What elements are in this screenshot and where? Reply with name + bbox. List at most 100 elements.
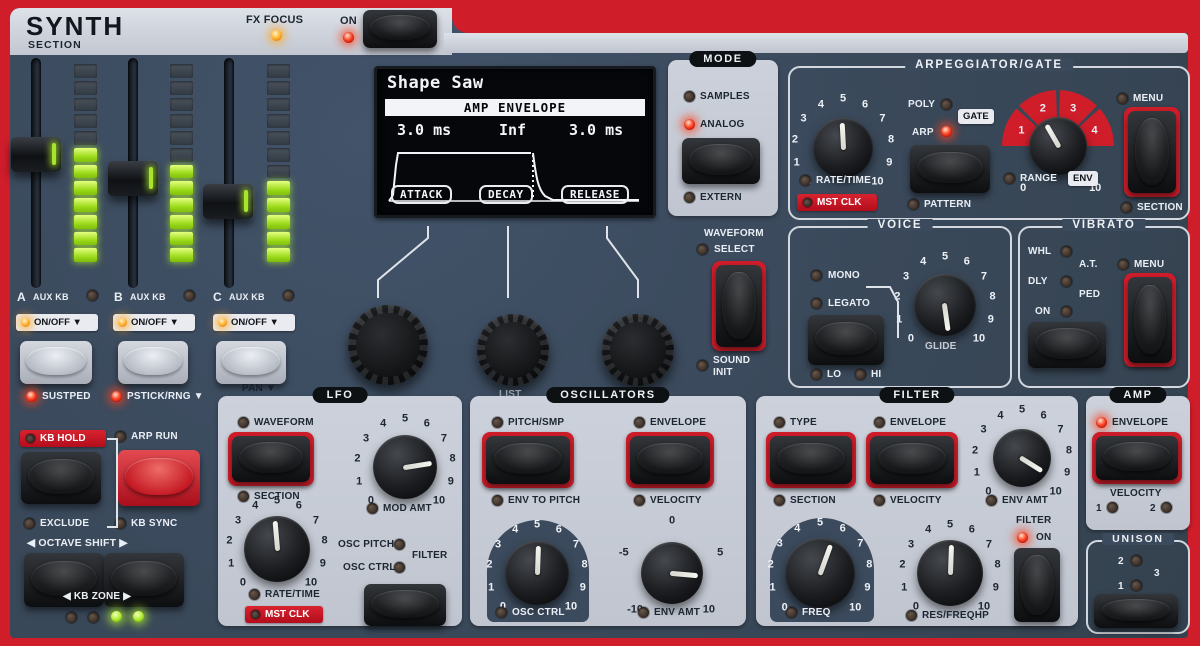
osc-env-to-pitch-label: ENV TO PITCH bbox=[508, 496, 580, 506]
voice-lo-label: LO bbox=[827, 370, 841, 380]
filter-type-button[interactable] bbox=[770, 436, 852, 484]
amp-envelope-button[interactable] bbox=[1096, 436, 1178, 480]
filter-on-label-1: FILTER bbox=[1016, 516, 1051, 526]
arp-section-label: SECTION bbox=[1137, 203, 1183, 213]
sound-init-label-2: INIT bbox=[713, 368, 733, 378]
unison-1-led bbox=[1131, 580, 1142, 591]
synth-on-button[interactable] bbox=[363, 10, 437, 48]
arp-pattern-led bbox=[908, 199, 919, 210]
voice-button[interactable] bbox=[808, 315, 884, 365]
sound-init-led bbox=[697, 360, 708, 371]
vibrato-button[interactable] bbox=[1028, 322, 1106, 368]
kb-zone-led-2 bbox=[88, 612, 99, 623]
osc-velocity-label: VELOCITY bbox=[650, 496, 702, 506]
level-meter-c bbox=[267, 64, 290, 262]
kb-hold-led bbox=[26, 434, 35, 443]
voice-mono-label: MONO bbox=[828, 271, 860, 281]
attack-softkey: ATTACK bbox=[391, 185, 452, 204]
lfo-waveform-led bbox=[238, 417, 249, 428]
lfo-dest-button[interactable] bbox=[364, 584, 446, 626]
release-encoder[interactable] bbox=[602, 314, 674, 386]
aux-b-onoff-led bbox=[118, 318, 127, 327]
aux-b-led bbox=[184, 290, 195, 301]
arp-rate-knob[interactable]: 012345678910 bbox=[785, 90, 901, 206]
level-meter-a bbox=[74, 64, 97, 262]
vibrato-at-label: A.T. bbox=[1079, 260, 1098, 270]
arp-mst-clk-label: MST CLK bbox=[817, 197, 861, 208]
aux-c-button[interactable] bbox=[216, 341, 286, 384]
lfo-mod-amt-label: MOD AMT bbox=[383, 504, 432, 514]
lfo-osc-ctrl-led bbox=[394, 562, 405, 573]
attack-encoder[interactable] bbox=[348, 305, 428, 385]
unison-button[interactable] bbox=[1094, 594, 1178, 628]
mode-analog-label: ANALOG bbox=[700, 120, 745, 130]
arp-range-knob[interactable]: 0 10 1234 bbox=[998, 86, 1118, 206]
decay-encoder[interactable] bbox=[477, 314, 549, 386]
osc-envelope-led bbox=[634, 417, 645, 428]
arp-run-button[interactable] bbox=[118, 450, 200, 506]
arp-run-led bbox=[115, 431, 126, 442]
arpeggiator-title: ARPEGGIATOR/GATE bbox=[905, 59, 1073, 71]
lfo-title: LFO bbox=[313, 387, 368, 403]
filter-res-led bbox=[906, 610, 917, 621]
arp-poly-label: POLY bbox=[908, 100, 935, 110]
fader-cap-c[interactable] bbox=[203, 184, 253, 219]
filter-on-led bbox=[1017, 532, 1028, 543]
arp-rate-led bbox=[800, 175, 811, 186]
waveform-select-button[interactable] bbox=[716, 265, 762, 347]
osc-ctrl-label: OSC CTRL bbox=[512, 608, 565, 618]
fader-cap-a[interactable] bbox=[11, 137, 61, 172]
filter-velocity-label: VELOCITY bbox=[890, 496, 942, 506]
lfo-waveform-button[interactable] bbox=[232, 436, 310, 482]
kb-hold-button[interactable] bbox=[21, 452, 101, 504]
decay-value: Inf bbox=[499, 121, 526, 139]
arp-section-button[interactable] bbox=[1128, 111, 1176, 193]
osc-pitch-smp-label: PITCH/SMP bbox=[508, 418, 564, 428]
waveform-select-led bbox=[697, 244, 708, 255]
filter-res-label: RES/FREQHP bbox=[922, 611, 989, 621]
filter-section-led bbox=[774, 495, 785, 506]
arp-section-frame bbox=[1124, 107, 1180, 197]
filter-section-label: SECTION bbox=[790, 496, 836, 506]
voice-title: VOICE bbox=[868, 219, 933, 231]
arp-rate-label: RATE/TIME bbox=[816, 176, 871, 186]
filter-title: FILTER bbox=[879, 387, 954, 403]
unison-title: UNISON bbox=[1102, 533, 1174, 545]
vibrato-whl-led bbox=[1061, 246, 1072, 257]
arp-button[interactable] bbox=[910, 145, 990, 193]
fader-track-a[interactable] bbox=[31, 58, 41, 288]
vibrato-dly-label: DLY bbox=[1028, 277, 1048, 287]
amp-velocity-label: VELOCITY bbox=[1110, 489, 1162, 499]
mode-button[interactable] bbox=[682, 138, 760, 184]
aux-a-button[interactable] bbox=[20, 341, 92, 384]
lfo-waveform-label: WAVEFORM bbox=[254, 418, 314, 428]
aux-c-onoff-button[interactable]: ON/OFF ▼ bbox=[213, 314, 295, 331]
vibrato-menu-button[interactable] bbox=[1128, 277, 1172, 363]
aux-a-onoff-button[interactable]: ON/OFF ▼ bbox=[16, 314, 98, 331]
aux-a-led bbox=[87, 290, 98, 301]
aux-b-button[interactable] bbox=[118, 341, 188, 384]
aux-b-onoff-button[interactable]: ON/OFF ▼ bbox=[113, 314, 195, 331]
osc-pitch-frame bbox=[482, 432, 574, 488]
aux-b-letter: B bbox=[114, 291, 123, 303]
sound-init-label-1: SOUND bbox=[713, 356, 750, 366]
vibrato-on-led bbox=[1061, 306, 1072, 317]
osc-envelope-button[interactable] bbox=[630, 436, 710, 484]
fader-track-c[interactable] bbox=[224, 58, 234, 288]
arp-gate-label: GATE bbox=[963, 111, 989, 122]
on-led bbox=[343, 32, 354, 43]
arp-poly-led bbox=[941, 99, 952, 110]
level-meter-b bbox=[170, 64, 193, 262]
lfo-waveform-frame bbox=[228, 432, 314, 486]
lfo-mst-clk-box: MST CLK bbox=[245, 606, 323, 623]
fader-cap-b[interactable] bbox=[108, 161, 158, 196]
osc-pitch-button[interactable] bbox=[486, 436, 570, 484]
top-red-band bbox=[452, 8, 1188, 33]
arp-range-led bbox=[1004, 173, 1015, 184]
mode-panel: MODE SAMPLES ANALOG EXTERN bbox=[668, 60, 778, 216]
exclude-label: EXCLUDE bbox=[40, 519, 89, 529]
filter-envelope-button[interactable] bbox=[870, 436, 954, 484]
osc-env-amt-label: ENV AMT bbox=[654, 608, 700, 618]
vibrato-menu-label: MENU bbox=[1134, 260, 1164, 270]
filter-on-button[interactable] bbox=[1014, 548, 1060, 622]
